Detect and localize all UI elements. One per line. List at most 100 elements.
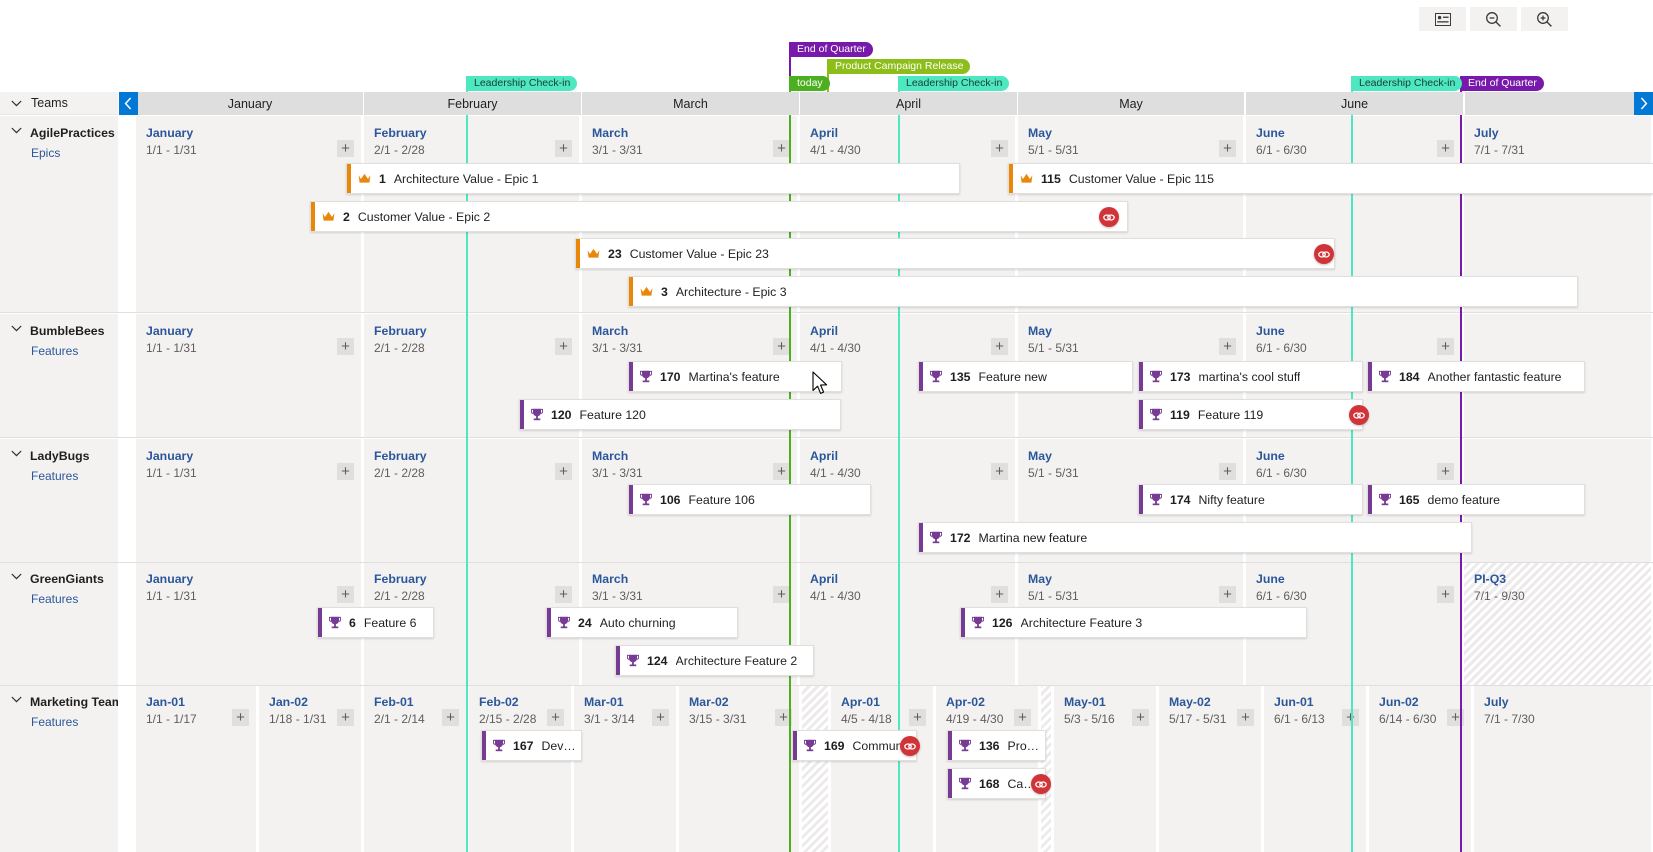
add-item-button[interactable]: + [909, 709, 926, 726]
trophy-icon [959, 739, 971, 752]
work-item-card[interactable]: 6 Feature 6 [317, 607, 434, 638]
zoom-in-icon[interactable] [1521, 7, 1568, 31]
team-name-row[interactable]: BumbleBees [0, 324, 118, 338]
add-item-button[interactable]: + [1237, 709, 1254, 726]
trophy-icon [627, 654, 639, 667]
work-item-card[interactable]: 119 Feature 119 [1138, 399, 1363, 430]
milestone-flag-4[interactable]: Leadership Check-in [900, 76, 1010, 91]
add-item-button[interactable]: + [1132, 709, 1149, 726]
dependency-link-badge[interactable] [1349, 405, 1369, 425]
work-item-card[interactable]: 135 Feature new [918, 361, 1133, 392]
work-item-card[interactable]: 167 Develo... [481, 730, 582, 761]
backlog-level[interactable]: Epics [0, 146, 118, 160]
work-item-card[interactable]: 136 Produc... [947, 730, 1046, 761]
scroll-left-button[interactable] [119, 92, 138, 115]
work-item-card[interactable]: 184 Another fantastic feature [1367, 361, 1585, 392]
add-item-button[interactable]: + [773, 338, 790, 355]
zoom-out-icon[interactable] [1470, 7, 1517, 31]
add-item-button[interactable]: + [991, 140, 1008, 157]
crown-icon [358, 173, 371, 183]
team-name-row[interactable]: Marketing Team [0, 695, 118, 709]
trophy-icon [329, 616, 341, 629]
milestone-flag-3[interactable]: Leadership Check-in [468, 76, 578, 91]
add-item-button[interactable]: + [1219, 463, 1236, 480]
work-item-card[interactable]: 106 Feature 106 [628, 484, 871, 515]
add-item-button[interactable]: + [547, 709, 564, 726]
work-item-card[interactable]: 174 Nifty feature [1138, 484, 1363, 515]
work-item-card[interactable]: 23 Customer Value - Epic 23 [575, 238, 1335, 269]
work-item-card[interactable]: 169Communica... [792, 730, 917, 761]
timebox-dates: 3/1 - 3/31 [592, 589, 643, 603]
dependency-link-badge[interactable] [1031, 774, 1051, 794]
add-item-button[interactable]: + [555, 463, 572, 480]
month-header-may[interactable]: May [1018, 92, 1244, 115]
dependency-link-badge[interactable] [900, 736, 920, 756]
add-item-button[interactable]: + [991, 338, 1008, 355]
add-item-button[interactable]: + [232, 709, 249, 726]
dependency-link-badge[interactable] [1314, 244, 1334, 264]
add-item-button[interactable]: + [1219, 586, 1236, 603]
add-item-button[interactable]: + [337, 140, 354, 157]
work-item-card[interactable]: 1 Architecture Value - Epic 1 [346, 163, 960, 194]
work-item-card[interactable]: 170 Martina's feature [628, 361, 842, 392]
add-item-button[interactable]: + [1437, 338, 1454, 355]
add-item-button[interactable]: + [337, 709, 354, 726]
work-item-card[interactable]: 24 Auto churning [546, 607, 738, 638]
add-item-button[interactable]: + [337, 338, 354, 355]
add-item-button[interactable]: + [337, 463, 354, 480]
milestone-flag-5[interactable]: Leadership Check-in [1353, 76, 1463, 91]
milestone-flag-6[interactable]: End of Quarter [1462, 76, 1544, 91]
month-header-june[interactable]: June [1246, 92, 1463, 115]
add-item-button[interactable]: + [652, 709, 669, 726]
add-item-button[interactable]: + [991, 463, 1008, 480]
add-item-button[interactable]: + [773, 140, 790, 157]
month-header-blank-6[interactable] [1465, 92, 1653, 115]
work-item-title: Produc... [1007, 738, 1045, 753]
backlog-level[interactable]: Features [0, 469, 118, 483]
work-item-card[interactable]: 165 demo feature [1367, 484, 1585, 515]
month-header-january[interactable]: January [137, 92, 363, 115]
month-header-march[interactable]: March [582, 92, 799, 115]
add-item-button[interactable]: + [773, 463, 790, 480]
milestone-flag-2[interactable]: today [791, 76, 830, 91]
add-item-button[interactable]: + [1219, 338, 1236, 355]
team-name-row[interactable]: AgilePractices T... [0, 126, 118, 140]
backlog-level[interactable]: Features [0, 715, 118, 729]
work-item-card[interactable]: 124 Architecture Feature 2 [615, 645, 814, 676]
add-item-button[interactable]: + [1437, 463, 1454, 480]
work-item-card[interactable]: 3 Architecture - Epic 3 [628, 276, 1578, 307]
work-item-card[interactable]: 126 Architecture Feature 3 [960, 607, 1307, 638]
work-item-card[interactable]: 173 martina's cool stuff [1138, 361, 1363, 392]
add-item-button[interactable]: + [1437, 586, 1454, 603]
add-item-button[interactable]: + [555, 586, 572, 603]
add-item-button[interactable]: + [1014, 709, 1031, 726]
backlog-level[interactable]: Features [0, 344, 118, 358]
timebox-dates: 3/1 - 3/31 [592, 466, 643, 480]
add-item-button[interactable]: + [555, 338, 572, 355]
work-item-card[interactable]: 2 Customer Value - Epic 2 [310, 201, 1128, 232]
add-item-button[interactable]: + [337, 586, 354, 603]
add-item-button[interactable]: + [991, 586, 1008, 603]
team-name-row[interactable]: GreenGiants [0, 572, 118, 586]
dependency-link-badge[interactable] [1099, 207, 1119, 227]
month-header-april[interactable]: April [800, 92, 1017, 115]
milestone-flag-1[interactable]: Product Campaign Release [829, 59, 971, 74]
add-item-button[interactable]: + [555, 140, 572, 157]
add-item-button[interactable]: + [1437, 140, 1454, 157]
row-separator [0, 562, 1653, 563]
timebox-title: Feb-02 [479, 695, 519, 709]
add-item-button[interactable]: + [442, 709, 459, 726]
add-item-button[interactable]: + [773, 586, 790, 603]
card-settings-icon[interactable] [1419, 7, 1466, 31]
team-name-row[interactable]: LadyBugs [0, 449, 118, 463]
backlog-level[interactable]: Features [0, 592, 118, 606]
timebox-dates: 2/1 - 2/28 [374, 341, 425, 355]
work-item-card[interactable]: 120 Feature 120 [519, 399, 841, 430]
month-header-february[interactable]: February [364, 92, 581, 115]
scroll-right-button[interactable] [1634, 92, 1653, 115]
work-item-card[interactable]: 115 Customer Value - Epic 115 [1008, 163, 1653, 194]
work-item-card[interactable]: 172 Martina new feature [918, 522, 1472, 553]
add-item-button[interactable]: + [1219, 140, 1236, 157]
teams-header[interactable]: Teams [0, 92, 118, 115]
milestone-flag-0[interactable]: End of Quarter [791, 42, 873, 57]
